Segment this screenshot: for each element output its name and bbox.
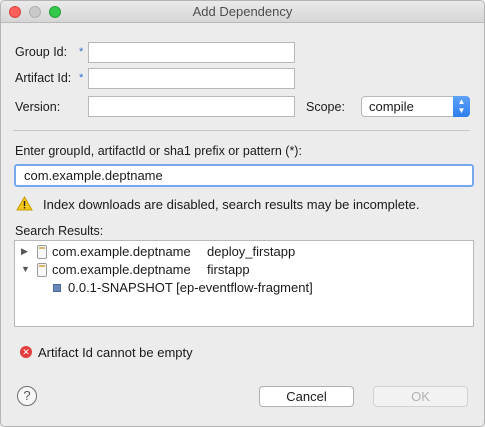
- result-artifact-id: deploy_firstapp: [207, 244, 296, 259]
- search-pattern-value: com.example.deptname: [24, 168, 163, 183]
- scope-selected-value: compile: [369, 99, 414, 114]
- chevron-updown-icon: ▲ ▼: [453, 96, 470, 117]
- index-warning-text: Index downloads are disabled, search res…: [43, 197, 420, 212]
- error-icon: ✕: [20, 346, 32, 358]
- add-dependency-dialog: Add Dependency Group Id: * Artifact Id: …: [0, 0, 485, 427]
- search-results-label: Search Results:: [15, 224, 104, 238]
- version-label: Version:: [15, 100, 61, 114]
- window-title: Add Dependency: [192, 4, 293, 19]
- version-input[interactable]: [88, 96, 295, 117]
- jar-icon: [37, 263, 47, 277]
- result-group-id: com.example.deptname: [52, 262, 191, 277]
- search-results-tree[interactable]: ▶ com.example.deptname deploy_firstapp ▼…: [14, 240, 474, 327]
- separator: [13, 130, 470, 131]
- artifact-id-label: Artifact Id:: [15, 71, 72, 85]
- group-id-input[interactable]: [88, 42, 295, 63]
- collapse-arrow-icon[interactable]: ▼: [21, 264, 30, 274]
- group-id-label: Group Id:: [15, 45, 68, 59]
- title-bar: Add Dependency: [1, 1, 484, 23]
- error-message: Artifact Id cannot be empty: [38, 345, 193, 360]
- search-pattern-input[interactable]: com.example.deptname: [14, 164, 474, 187]
- result-group-id: com.example.deptname: [52, 244, 191, 259]
- cancel-button[interactable]: Cancel: [259, 386, 354, 407]
- scope-label: Scope:: [306, 100, 345, 114]
- group-id-required-marker: *: [79, 46, 84, 58]
- warning-icon: [16, 196, 33, 211]
- scope-select[interactable]: compile ▲ ▼: [361, 96, 470, 117]
- ok-button[interactable]: OK: [373, 386, 468, 407]
- artifact-id-input[interactable]: [88, 68, 295, 89]
- result-version-label: 0.0.1-SNAPSHOT [ep-eventflow-fragment]: [68, 280, 313, 295]
- jar-icon: [37, 245, 47, 259]
- expand-arrow-icon[interactable]: ▶: [21, 246, 28, 257]
- result-artifact-id: firstapp: [207, 262, 250, 277]
- help-icon[interactable]: ?: [17, 386, 37, 406]
- search-prompt-label: Enter groupId, artifactId or sha1 prefix…: [15, 144, 302, 158]
- version-icon: [53, 284, 61, 292]
- artifact-id-required-marker: *: [79, 72, 84, 84]
